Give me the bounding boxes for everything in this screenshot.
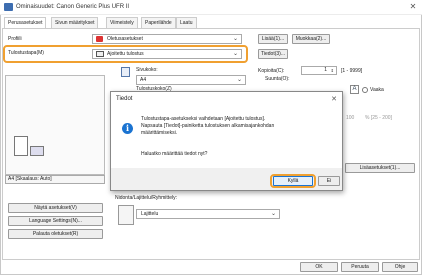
chevron-down-icon: ⌄: [270, 211, 276, 217]
tab-quality[interactable]: Laatu: [176, 17, 197, 28]
tab-paper-source[interactable]: Paperilähde: [141, 17, 176, 28]
profile-icon: [96, 36, 103, 42]
spinner-icon[interactable]: ⇕: [331, 67, 334, 74]
cancel-button[interactable]: Peruuta: [341, 262, 379, 272]
dialog-message-line: määrittämiseksi.: [141, 130, 178, 136]
page-preview: [5, 75, 105, 175]
page-size-select[interactable]: A4 ⌄: [136, 75, 246, 85]
landscape-radio[interactable]: [362, 87, 368, 93]
tab-finishing[interactable]: Viimeistely: [106, 17, 138, 28]
info-icon: i: [122, 123, 133, 134]
profile-label: Profiili: [8, 36, 22, 42]
advanced-settings-button[interactable]: Lisäasetukset(1)...: [345, 163, 415, 173]
printer-small-icon: [96, 51, 104, 57]
title-bar: Ominaisuudet: Canon Generic Plus UFR II …: [0, 0, 422, 15]
no-button[interactable]: Ei: [318, 176, 340, 186]
dialog-message-line: Tulostustapa-asetukseksi vaihdetaan [Ajo…: [141, 116, 266, 122]
preview-caption: A4 [Skaalaus: Auto]: [5, 175, 105, 184]
landscape-a-icon[interactable]: A: [350, 85, 359, 94]
add-profile-button[interactable]: Lisää(1)...: [258, 34, 288, 44]
collate-value: Lajittelu: [141, 211, 159, 217]
details-button[interactable]: Tiedot(3)...: [258, 49, 288, 59]
page-size-icon: [121, 67, 130, 77]
edit-profile-button[interactable]: Muokkaa(2)...: [292, 34, 330, 44]
scale-range: % [25 - 200]: [365, 115, 392, 121]
dialog-close-icon[interactable]: ✕: [331, 95, 337, 103]
tab-page-setup[interactable]: Sivun määritykset: [51, 17, 99, 28]
output-method-value: Ajoitettu tulostus: [107, 51, 144, 57]
dialog-message: Tulostustapa-asetukseksi vaihdetaan [Ajo…: [141, 116, 341, 137]
printer-icon: [4, 3, 13, 11]
collate-icon: [118, 205, 134, 225]
close-icon[interactable]: ✕: [408, 2, 418, 12]
copies-input[interactable]: 1 ⇕: [301, 66, 337, 75]
info-dialog: Tiedot ✕ i Tulostustapa-asetukseksi vaih…: [110, 91, 343, 191]
dialog-question: Haluatko määrittää tiedot nyt?: [141, 151, 208, 157]
collate-select[interactable]: Lajittelu ⌄: [136, 209, 280, 219]
restore-defaults-button[interactable]: Palauta oletukset(R): [8, 229, 103, 239]
dialog-title: Tiedot: [116, 96, 133, 102]
window-title: Ominaisuudet: Canon Generic Plus UFR II: [16, 4, 130, 10]
chevron-down-icon: ⌄: [232, 51, 238, 57]
chevron-down-icon: ⌄: [232, 36, 238, 42]
page-size-label: Sivukoko:: [136, 67, 158, 73]
help-button[interactable]: Ohje: [382, 262, 418, 272]
profile-select[interactable]: Oletusasetukset ⌄: [92, 34, 242, 44]
output-method-label: Tulostustapa(M): [8, 50, 44, 56]
yes-button[interactable]: Kyllä: [273, 176, 313, 186]
page-size-value: A4: [140, 77, 147, 83]
copies-label: Kopioita(C):: [258, 68, 285, 74]
dialog-message-line: Napsauta [Tiedot]-painiketta tulostuksen…: [141, 123, 275, 129]
orientation-label: Suunta(O):: [265, 76, 290, 82]
collate-label: Nidonta/Lajittelu/Ryhmittely:: [115, 195, 177, 201]
output-method-select[interactable]: Ajoitettu tulostus ⌄: [92, 49, 242, 59]
page-icon: [14, 136, 28, 156]
copies-value: 1: [324, 67, 327, 73]
layout-icon: [30, 146, 44, 156]
copies-range: [1 - 9999]: [341, 68, 363, 74]
chevron-down-icon: ⌄: [236, 77, 242, 83]
view-settings-button[interactable]: Näytä asetukset(V): [8, 203, 103, 213]
language-settings-button[interactable]: Language Settings(N)...: [8, 216, 103, 226]
landscape-label: Vaaka: [370, 87, 384, 93]
ok-button[interactable]: OK: [300, 262, 338, 272]
scale-value: 100: [346, 115, 355, 121]
profile-value: Oletusasetukset: [107, 36, 143, 42]
